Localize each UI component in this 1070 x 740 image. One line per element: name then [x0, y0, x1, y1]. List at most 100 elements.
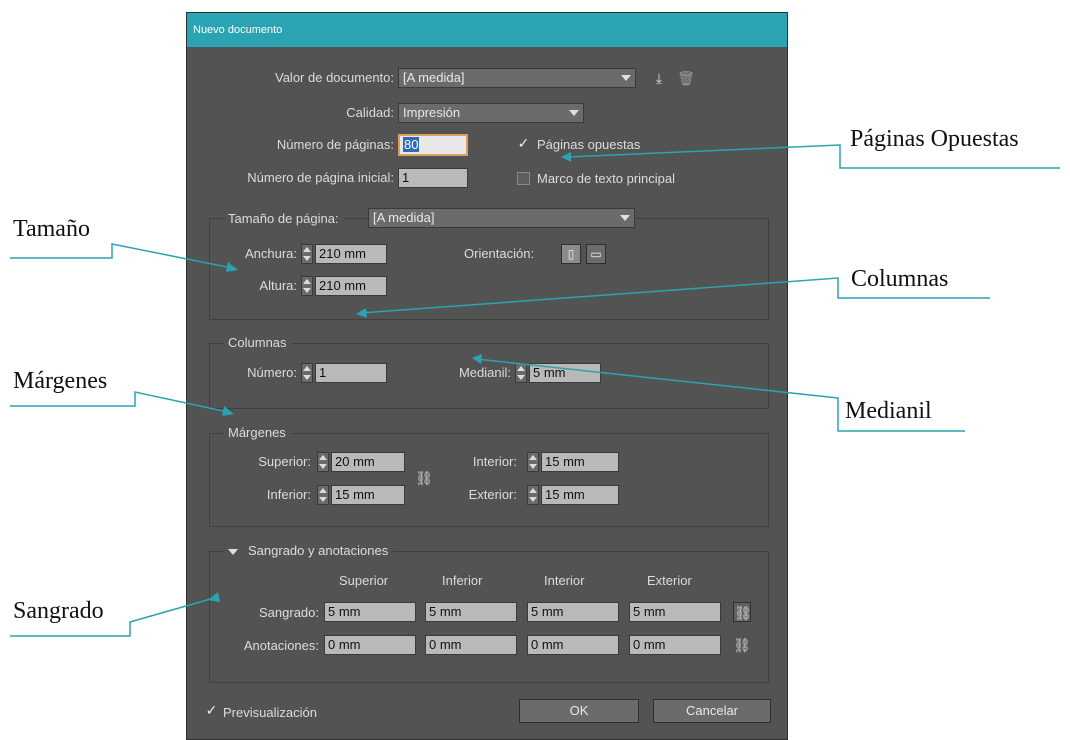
gutter-label: Medianil:	[458, 365, 511, 380]
bleed-inside-value: 5 mm	[531, 604, 564, 619]
facing-pages-checkbox[interactable]: ✓	[517, 136, 530, 151]
dialog-title: Nuevo documento	[187, 13, 787, 47]
height-input[interactable]: 210 mm	[315, 276, 387, 296]
num-pages-label: Número de páginas:	[276, 137, 394, 152]
width-label: Anchura:	[244, 246, 297, 261]
facing-pages-label: Páginas opuestas	[537, 137, 641, 152]
bleed-top-input[interactable]: 5 mm	[324, 602, 416, 622]
bleed-legend: Sangrado y anotaciones	[248, 543, 389, 558]
bleed-outside-value: 5 mm	[633, 604, 666, 619]
chevron-down-icon	[621, 75, 631, 81]
margin-inside-input[interactable]: 15 mm	[541, 452, 619, 472]
width-value: 210 mm	[319, 246, 366, 261]
margin-bottom-input[interactable]: 15 mm	[331, 485, 405, 505]
margin-outside-stepper[interactable]	[527, 485, 539, 505]
start-page-value: 1	[402, 170, 410, 185]
margins-group	[209, 433, 769, 527]
margin-top-input[interactable]: 20 mm	[331, 452, 405, 472]
page-size-value: [A medida]	[373, 210, 435, 225]
margin-bottom-stepper[interactable]	[317, 485, 329, 505]
num-pages-value: 80	[403, 137, 420, 152]
slug-top-value: 0 mm	[328, 637, 361, 652]
column-number-stepper[interactable]	[301, 363, 313, 383]
cancel-button[interactable]: Cancelar	[653, 699, 771, 723]
slug-outside-value: 0 mm	[633, 637, 666, 652]
bleed-bottom-value: 5 mm	[429, 604, 462, 619]
margin-outside-value: 15 mm	[545, 487, 585, 502]
primary-text-frame-label: Marco de texto principal	[537, 171, 676, 186]
orientation-label: Orientación:	[464, 246, 535, 261]
quality-value: Impresión	[403, 105, 461, 120]
slug-bottom-value: 0 mm	[429, 637, 462, 652]
new-document-dialog: Nuevo documento Valor de documento: [A m…	[186, 12, 788, 740]
preview-checkbox[interactable]: ✓	[205, 703, 218, 718]
width-input[interactable]: 210 mm	[315, 244, 387, 264]
bleed-col-inside: Interior	[544, 573, 585, 588]
column-number-value: 1	[319, 365, 327, 380]
height-stepper[interactable]	[301, 276, 313, 296]
column-number-input[interactable]: 1	[315, 363, 387, 383]
bleed-legend-wrap[interactable]: Sangrado y anotaciones	[223, 543, 394, 559]
column-number-label: Número:	[247, 365, 297, 380]
bleed-label: Sangrado:	[259, 605, 319, 620]
page-size-legend: Tamaño de página:	[223, 211, 344, 227]
preset-label-text: Valor de documento:	[275, 70, 394, 85]
gutter-stepper[interactable]	[515, 363, 527, 383]
annotation-sangrado: Sangrado	[13, 598, 104, 624]
margin-top-stepper[interactable]	[317, 452, 329, 472]
slug-inside-input[interactable]: 0 mm	[527, 635, 619, 655]
slug-top-input[interactable]: 0 mm	[324, 635, 416, 655]
width-stepper[interactable]	[301, 244, 313, 264]
chevron-down-icon	[620, 215, 630, 221]
gutter-input[interactable]: 5 mm	[529, 363, 601, 383]
bleed-chain-link-icon[interactable]: ⛓	[733, 602, 752, 622]
page-size-group	[209, 218, 769, 320]
margin-outside-label: Exterior:	[468, 487, 517, 502]
disclosure-triangle-icon	[228, 548, 238, 555]
download-icon[interactable]: ⤓	[650, 68, 668, 88]
bleed-col-top: Superior	[339, 573, 389, 588]
preset-value: [A medida]	[403, 70, 465, 85]
slug-chain-link-icon[interactable]: ⛓	[733, 635, 751, 655]
margin-inside-label: Interior:	[472, 454, 517, 469]
preset-dropdown[interactable]: [A medida]	[398, 68, 636, 88]
annotation-tamano: Tamaño	[13, 216, 90, 242]
margin-top-label: Superior:	[258, 454, 311, 469]
height-value: 210 mm	[319, 278, 366, 293]
annotation-medianil: Medianil	[845, 398, 932, 424]
margin-bottom-label: Inferior:	[266, 487, 311, 502]
chevron-down-icon	[569, 110, 579, 116]
preset-label: Valor de documento:	[187, 68, 394, 88]
slug-inside-value: 0 mm	[531, 637, 564, 652]
bleed-col-bottom: Inferior	[442, 573, 483, 588]
columns-legend: Columnas	[223, 335, 292, 351]
quality-dropdown[interactable]: Impresión	[398, 103, 584, 123]
portrait-orientation-icon[interactable]: ▯	[561, 244, 581, 264]
primary-text-frame-checkbox[interactable]	[517, 172, 530, 185]
bleed-col-outside: Exterior	[647, 573, 692, 588]
ok-button[interactable]: OK	[519, 699, 639, 723]
slug-bottom-input[interactable]: 0 mm	[425, 635, 517, 655]
page-size-dropdown[interactable]: [A medida]	[368, 208, 635, 228]
margin-inside-value: 15 mm	[545, 454, 585, 469]
start-page-input[interactable]: 1	[398, 168, 468, 188]
bleed-bottom-input[interactable]: 5 mm	[425, 602, 517, 622]
margin-bottom-value: 15 mm	[335, 487, 375, 502]
trash-icon[interactable]: 🗑	[677, 68, 695, 88]
annotation-margenes: Márgenes	[13, 368, 108, 394]
quality-label: Calidad:	[346, 105, 394, 120]
annotation-paginas-opuestas: Páginas Opuestas	[850, 126, 1019, 152]
bleed-inside-input[interactable]: 5 mm	[527, 602, 619, 622]
slug-outside-input[interactable]: 0 mm	[629, 635, 721, 655]
gutter-value: 5 mm	[533, 365, 566, 380]
start-page-label: Número de página inicial:	[247, 170, 394, 185]
bleed-top-value: 5 mm	[328, 604, 361, 619]
bleed-outside-input[interactable]: 5 mm	[629, 602, 721, 622]
num-pages-input[interactable]: 80	[398, 134, 468, 156]
preview-label: Previsualización	[223, 705, 317, 720]
margin-inside-stepper[interactable]	[527, 452, 539, 472]
annotation-columnas: Columnas	[851, 266, 949, 292]
margin-outside-input[interactable]: 15 mm	[541, 485, 619, 505]
margins-legend: Márgenes	[223, 425, 291, 441]
landscape-orientation-icon[interactable]: ▭	[586, 244, 606, 264]
